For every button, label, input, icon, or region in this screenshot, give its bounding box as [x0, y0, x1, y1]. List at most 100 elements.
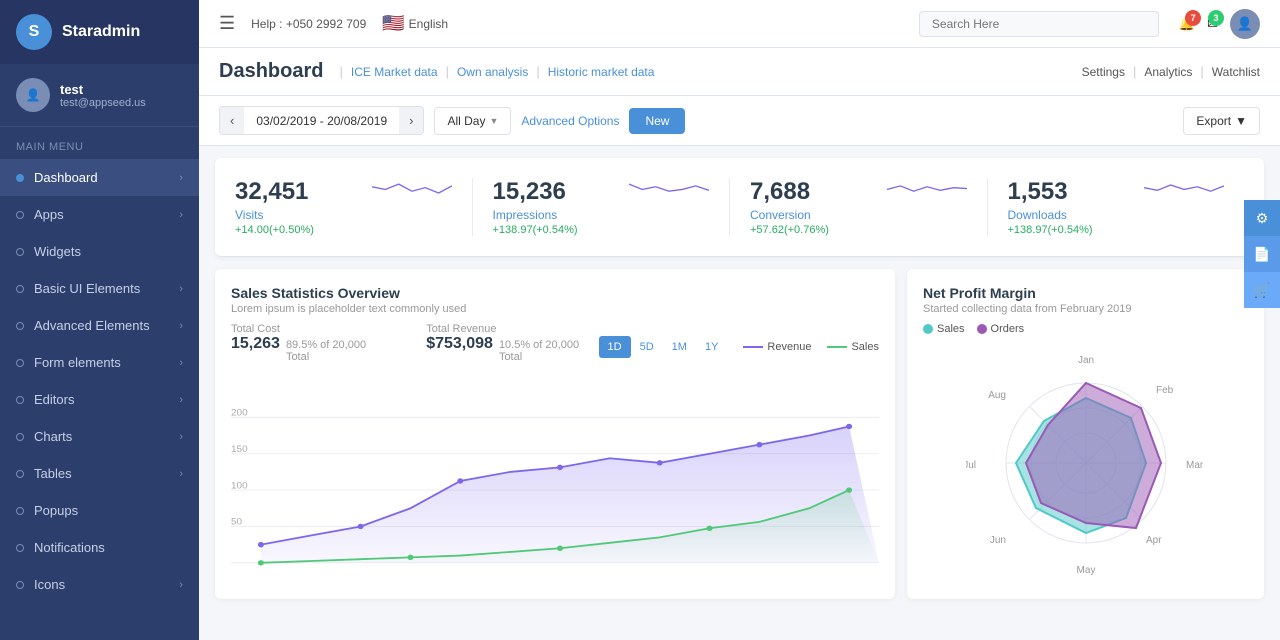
sidebar-dot-icons: [16, 581, 24, 589]
stat-card-downloads: 1,553 Downloads +138.97(+0.54%): [988, 178, 1245, 236]
sidebar-label-notifications: Notifications: [34, 540, 105, 555]
sidebar-item-charts[interactable]: Charts ›: [0, 418, 199, 455]
caret-down-icon2: ▼: [1235, 114, 1247, 128]
chevron-right-icon: ›: [179, 468, 183, 480]
sidebar-label-dashboard: Dashboard: [34, 170, 98, 185]
stat-value: 15,236: [493, 178, 578, 206]
svg-text:Jul: Jul: [966, 460, 976, 471]
sidebar-dot-dashboard: [16, 174, 24, 182]
sidebar-label-apps: Apps: [34, 207, 64, 222]
sales-legend: Sales: [827, 341, 879, 353]
sidebar-item-apps[interactable]: Apps ›: [0, 196, 199, 233]
sidebar-dot-charts: [16, 433, 24, 441]
sales-line-chart: 200 150 100 50: [231, 381, 879, 581]
stat-change: +138.97(+0.54%): [1008, 224, 1093, 236]
sidebar-item-advanced[interactable]: Advanced Elements ›: [0, 307, 199, 344]
language-label[interactable]: English: [409, 17, 448, 31]
sidebar-item-editors[interactable]: Editors ›: [0, 381, 199, 418]
advanced-options-link[interactable]: Advanced Options: [521, 114, 619, 128]
stat-label: Visits: [235, 208, 314, 222]
top-navigation: ☰ Help : +050 2992 709 🇺🇸 English 🔔 7 ✉ …: [199, 0, 1280, 48]
new-button[interactable]: New: [629, 108, 685, 134]
sidebar-item-basic-ui[interactable]: Basic UI Elements ›: [0, 270, 199, 307]
settings-link[interactable]: Settings: [1082, 65, 1125, 79]
export-button[interactable]: Export ▼: [1183, 107, 1260, 135]
sidebar-item-dashboard[interactable]: Dashboard ›: [0, 159, 199, 196]
date-range-label: 03/02/2019 - 20/08/2019: [244, 108, 399, 134]
watchlist-link[interactable]: Watchlist: [1212, 65, 1260, 79]
sidebar-dot-editors: [16, 396, 24, 404]
sales-chart-card: Sales Statistics Overview Lorem ipsum is…: [215, 269, 895, 599]
toolbar: ‹ 03/02/2019 - 20/08/2019 › All Day ▼ Ad…: [199, 96, 1280, 146]
breadcrumb-ice[interactable]: ICE Market data: [351, 65, 438, 79]
sidebar-label-forms: Form elements: [34, 355, 121, 370]
revenue-legend: Revenue: [743, 341, 811, 353]
document-panel-button[interactable]: 📄: [1244, 236, 1280, 272]
settings-panel-button[interactable]: ⚙: [1244, 200, 1280, 236]
sidebar-dot-notifications: [16, 544, 24, 552]
date-prev-button[interactable]: ‹: [220, 107, 244, 134]
svg-text:Apr: Apr: [1146, 535, 1162, 546]
separator2: |: [446, 64, 449, 79]
menu-label: Main Menu: [0, 127, 199, 159]
breadcrumb-own[interactable]: Own analysis: [457, 65, 528, 79]
sparkline-chart: [629, 178, 709, 208]
user-email: test@appseed.us: [60, 97, 146, 109]
sidebar-item-widgets[interactable]: Widgets: [0, 233, 199, 270]
time-1m-button[interactable]: 1M: [663, 336, 696, 358]
user-avatar-button[interactable]: 👤: [1230, 9, 1260, 39]
chevron-right-icon: ›: [179, 579, 183, 591]
time-1y-button[interactable]: 1Y: [696, 336, 727, 358]
main-content: ☰ Help : +050 2992 709 🇺🇸 English 🔔 7 ✉ …: [199, 0, 1280, 640]
avatar: 👤: [16, 78, 50, 112]
sidebar-item-forms[interactable]: Form elements ›: [0, 344, 199, 381]
sales-profit-legend: Sales: [923, 323, 965, 335]
svg-text:200: 200: [231, 408, 248, 418]
messages-icon-wrap[interactable]: ✉ 3: [1207, 16, 1218, 32]
time-5d-button[interactable]: 5D: [631, 336, 663, 358]
cart-panel-button[interactable]: 🛒: [1244, 272, 1280, 308]
user-name: test: [60, 82, 146, 97]
svg-text:100: 100: [231, 481, 248, 491]
sidebar-brand-name: Staradmin: [62, 23, 140, 41]
dashboard-actions: Settings | Analytics | Watchlist: [1082, 64, 1260, 79]
sidebar-item-notifications[interactable]: Notifications: [0, 529, 199, 566]
sales-dot-icon: [923, 324, 933, 334]
dashboard-title-area: Dashboard | ICE Market data | Own analys…: [219, 60, 654, 83]
notifications-icon-wrap[interactable]: 🔔 7: [1179, 16, 1195, 32]
chevron-right-icon: ›: [179, 283, 183, 295]
sidebar-dot-apps: [16, 211, 24, 219]
svg-text:150: 150: [231, 444, 248, 454]
help-text: Help : +050 2992 709: [251, 17, 366, 31]
sidebar-item-popups[interactable]: Popups: [0, 492, 199, 529]
sidebar-item-icons[interactable]: Icons ›: [0, 566, 199, 603]
sidebar-dot-basic-ui: [16, 285, 24, 293]
svg-text:Aug: Aug: [988, 390, 1006, 401]
total-revenue-label: Total Revenue: [426, 323, 598, 335]
sidebar-label-popups: Popups: [34, 503, 78, 518]
chevron-right-icon: ›: [179, 394, 183, 406]
stat-card-visits: 32,451 Visits +14.00(+0.50%): [235, 178, 473, 236]
date-next-button[interactable]: ›: [399, 107, 423, 134]
total-cost-detail: 89.5% of 20,000 Total: [286, 339, 386, 363]
sidebar-label-widgets: Widgets: [34, 244, 81, 259]
sparkline-chart: [1144, 178, 1224, 208]
analytics-link[interactable]: Analytics: [1144, 65, 1192, 79]
separator3: |: [536, 64, 539, 79]
caret-down-icon: ▼: [489, 116, 498, 126]
sidebar-item-tables[interactable]: Tables ›: [0, 455, 199, 492]
breadcrumb-historic[interactable]: Historic market data: [548, 65, 655, 79]
separator: |: [339, 64, 342, 79]
sidebar-logo: S: [16, 14, 52, 50]
search-input[interactable]: [919, 11, 1159, 37]
sales-chart-subtitle: Lorem ipsum is placeholder text commonly…: [231, 303, 879, 315]
hamburger-menu-icon[interactable]: ☰: [219, 13, 235, 34]
time-filter-dropdown[interactable]: All Day ▼: [434, 107, 511, 135]
sidebar-dot-forms: [16, 359, 24, 367]
stat-card-impressions: 15,236 Impressions +138.97(+0.54%): [473, 178, 731, 236]
sidebar-label-basic-ui: Basic UI Elements: [34, 281, 140, 296]
stat-change: +14.00(+0.50%): [235, 224, 314, 236]
charts-area: Sales Statistics Overview Lorem ipsum is…: [199, 257, 1280, 611]
time-1d-button[interactable]: 1D: [599, 336, 631, 358]
sidebar-header: S Staradmin: [0, 0, 199, 64]
